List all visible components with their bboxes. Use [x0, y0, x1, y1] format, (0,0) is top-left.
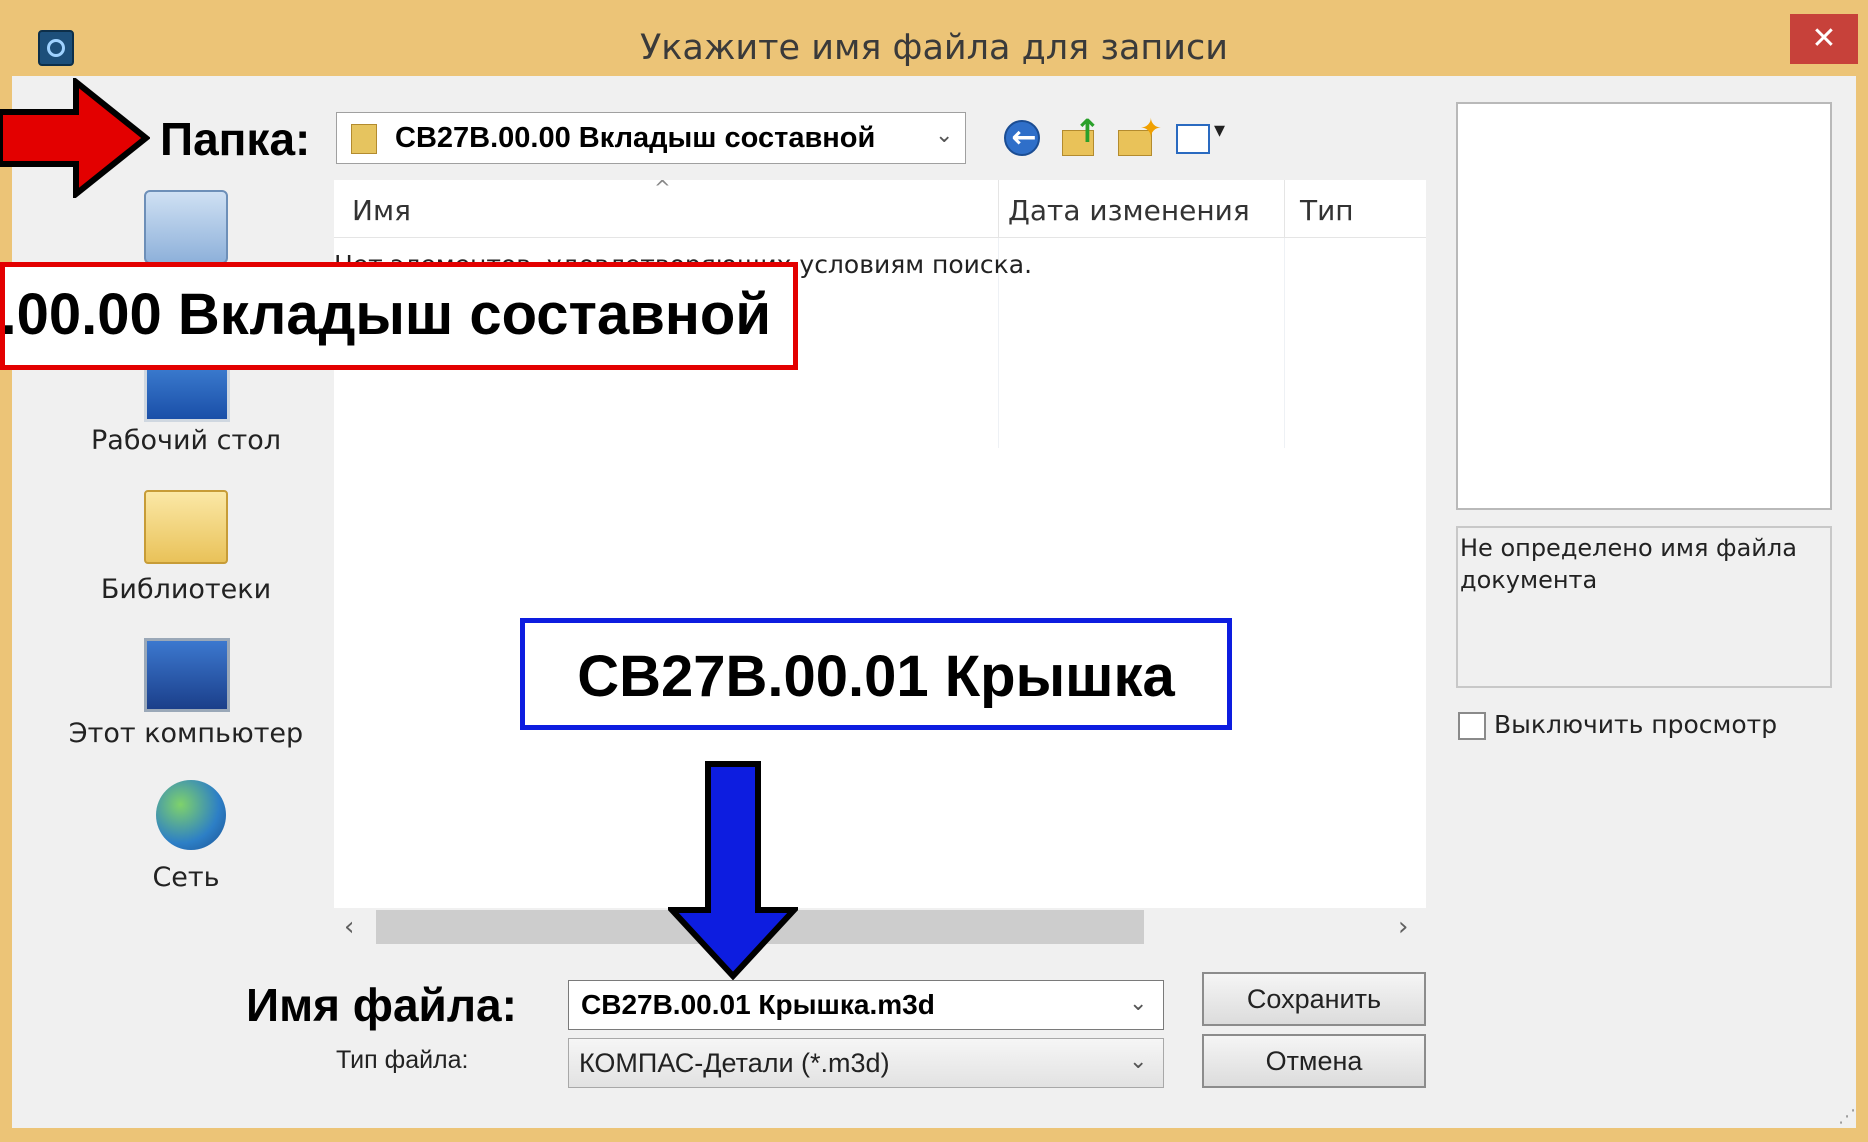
- back-icon[interactable]: ←: [1000, 116, 1044, 160]
- column-header-type[interactable]: Тип: [1300, 194, 1354, 227]
- save-button[interactable]: Сохранить: [1202, 972, 1426, 1026]
- folder-dropdown[interactable]: СВ27В.00.00 Вкладыш составной ⌄: [336, 112, 966, 164]
- file-list-header: Имя ^ Дата изменения Тип: [334, 176, 1426, 238]
- recent-places-icon: [144, 190, 228, 264]
- disable-preview-label[interactable]: Выключить просмотр: [1494, 710, 1777, 739]
- preview-info-text: Не определено имя файла документа: [1456, 526, 1832, 688]
- folder-label: Папка:: [160, 113, 311, 165]
- scroll-right-icon[interactable]: ›: [1398, 912, 1408, 942]
- places-desktop-label: Рабочий стол: [91, 425, 281, 456]
- places-network-label: Сеть: [152, 862, 220, 893]
- blue-callout-text: СВ27В.00.01 Крышка: [577, 644, 1175, 709]
- dialog-window: Укажите имя файла для записи ✕ Папка: СВ…: [0, 0, 1868, 1142]
- places-libraries[interactable]: Библиотеки: [40, 490, 332, 610]
- places-computer-label: Этот компьютер: [68, 718, 304, 749]
- column-header-name[interactable]: Имя: [352, 194, 411, 227]
- chevron-down-icon: ⌄: [935, 123, 954, 148]
- preview-area: [1456, 102, 1832, 510]
- blue-arrow-annotation: [668, 761, 798, 980]
- close-button[interactable]: ✕: [1790, 14, 1858, 64]
- red-arrow-annotation: [0, 78, 150, 198]
- computer-icon: [144, 638, 230, 712]
- resize-grip-icon[interactable]: ⋰: [1838, 1106, 1856, 1127]
- filetype-label: Тип файла:: [336, 1046, 469, 1074]
- folder-dropdown-value: СВ27В.00.00 Вкладыш составной: [395, 122, 876, 154]
- column-divider[interactable]: [998, 180, 999, 238]
- chevron-down-icon[interactable]: ⌄: [1129, 991, 1147, 1016]
- filename-input-value: СВ27В.00.01 Крышка.m3d: [581, 989, 935, 1020]
- cancel-button[interactable]: Отмена: [1202, 1034, 1426, 1088]
- places-computer[interactable]: Этот компьютер: [40, 638, 332, 758]
- column-divider[interactable]: [1284, 180, 1285, 238]
- horizontal-scrollbar[interactable]: ‹ ›: [334, 908, 1426, 946]
- chevron-down-icon: ⌄: [1129, 1049, 1148, 1074]
- column-header-date[interactable]: Дата изменения: [1008, 194, 1250, 227]
- places-network[interactable]: Сеть: [40, 780, 332, 900]
- libraries-icon: [144, 490, 228, 564]
- disable-preview-checkbox[interactable]: [1458, 712, 1486, 740]
- scroll-left-icon[interactable]: ‹: [344, 912, 354, 942]
- view-menu-icon[interactable]: ▾: [1174, 116, 1234, 160]
- filename-label: Имя файла:: [246, 979, 517, 1031]
- blue-callout: СВ27В.00.01 Крышка: [520, 618, 1232, 730]
- sort-ascending-icon: ^: [654, 176, 671, 200]
- network-icon: [156, 780, 226, 850]
- up-folder-icon[interactable]: ↑: [1060, 112, 1104, 160]
- places-libraries-label: Библиотеки: [100, 574, 272, 605]
- red-callout: СВ27В.00.00 Вкладыш составной: [0, 262, 798, 370]
- filename-input[interactable]: СВ27В.00.01 Крышка.m3d ⌄: [568, 980, 1164, 1030]
- filetype-select[interactable]: КОМПАС-Детали (*.m3d) ⌄: [568, 1038, 1164, 1088]
- new-folder-icon[interactable]: ✦: [1116, 114, 1162, 160]
- folder-icon: [351, 124, 377, 154]
- filetype-select-value: КОМПАС-Детали (*.m3d): [579, 1048, 890, 1078]
- red-callout-text: СВ27В.00.00 Вкладыш составной: [0, 282, 771, 347]
- window-title: Укажите имя файла для записи: [639, 28, 1229, 68]
